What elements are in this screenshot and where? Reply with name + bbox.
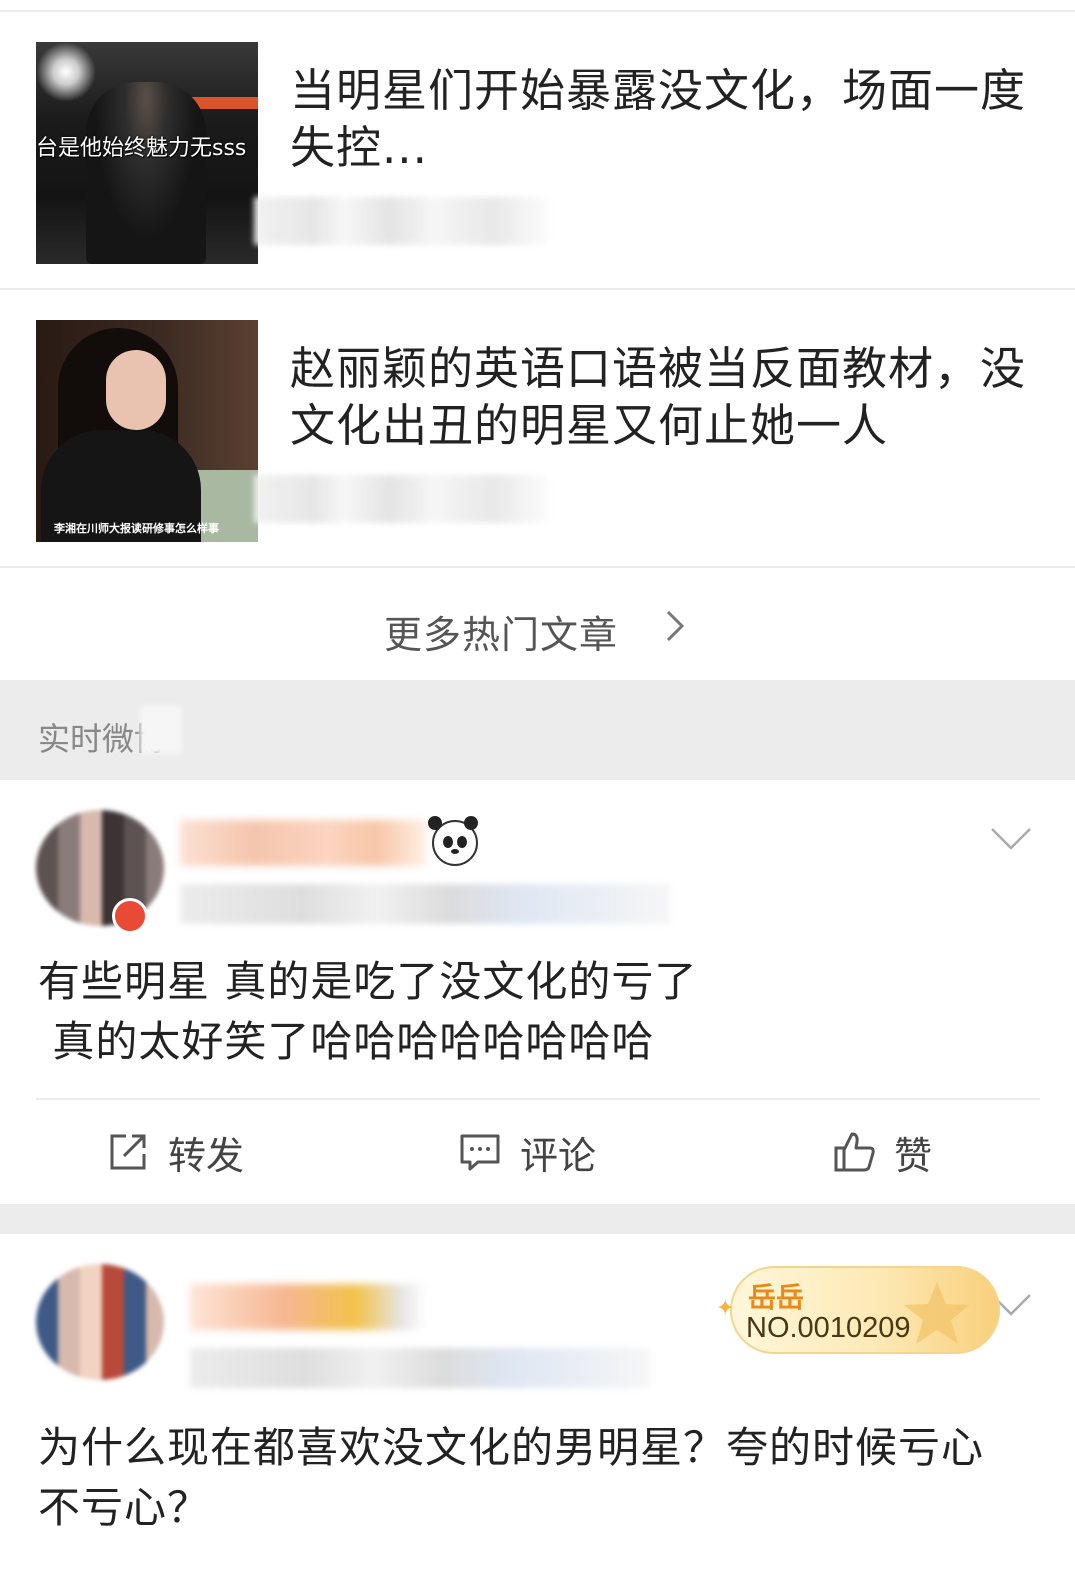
chevron-down-icon[interactable] (990, 826, 1032, 852)
post-meta-redacted (190, 1348, 650, 1388)
article-meta-redacted (254, 197, 554, 245)
thumbs-up-icon (834, 1132, 875, 1172)
chevron-right-icon (666, 610, 685, 642)
star-icon (904, 1282, 970, 1344)
fan-badge[interactable]: ✦ 岳岳 NO.0010209 (716, 1266, 1000, 1358)
article-title[interactable]: 赵丽颖的英语口语被当反面教材，没文化出丑的明星又何止她一人 (290, 340, 1060, 454)
more-articles-label[interactable]: 更多热门文章 (384, 604, 618, 659)
verified-badge-icon (112, 898, 148, 934)
article-card-1[interactable]: 台是他始终魅力无sss 当明星们开始暴露没文化，场面一度失控... (0, 12, 1075, 292)
post-text: 为什么现在都喜欢没文化的男明星？夸的时候亏心 不亏心？ (38, 1423, 985, 1532)
post-text: 有些明星 真的是吃了没文化的亏了 真的太好笑了哈哈哈哈哈哈哈哈 (38, 957, 698, 1066)
article-thumbnail: 台是他始终魅力无sss (36, 42, 258, 264)
fan-badge-tag: 岳岳 (748, 1281, 805, 1314)
more-articles-link[interactable]: 更多热门文章 (0, 568, 1075, 678)
avatar[interactable] (36, 1264, 164, 1380)
repost-button[interactable]: 转发 (106, 1122, 244, 1182)
username-redacted[interactable] (180, 820, 426, 866)
username-redacted[interactable] (190, 1284, 426, 1330)
comment-label: 评论 (520, 1133, 597, 1178)
like-button[interactable]: 赞 (832, 1122, 932, 1182)
like-label: 赞 (894, 1133, 933, 1178)
panda-icon (428, 816, 478, 866)
article-meta-redacted (254, 475, 554, 523)
repost-label: 转发 (168, 1133, 245, 1178)
thumbnail-caption: 台是他始终魅力无sss (36, 136, 247, 161)
repost-icon (110, 1134, 146, 1170)
fan-badge-number: NO.0010209 (746, 1312, 911, 1344)
section-header: 实时微博 (0, 680, 1075, 780)
sparkle-icon: ✦ (716, 1296, 735, 1321)
post-meta-redacted (180, 884, 670, 924)
comment-icon (460, 1134, 500, 1171)
post-separator (0, 1204, 1075, 1234)
weibo-post-1: 有些明星 真的是吃了没文化的亏了 真的太好笑了哈哈哈哈哈哈哈哈 转发 评论 赞 (0, 780, 1075, 1204)
comment-button[interactable]: 评论 (458, 1122, 596, 1182)
article-card-2[interactable]: 李湘在川师大报读研修事怎么样事 赵丽颖的英语口语被当反面教材，没文化出丑的明星又… (0, 290, 1075, 570)
article-title[interactable]: 当明星们开始暴露没文化，场面一度失控... (290, 62, 1060, 176)
thumbnail-caption: 李湘在川师大报读研修事怎么样事 (54, 522, 219, 535)
article-thumbnail: 李湘在川师大报读研修事怎么样事 (36, 320, 258, 542)
divider (36, 1098, 1040, 1100)
